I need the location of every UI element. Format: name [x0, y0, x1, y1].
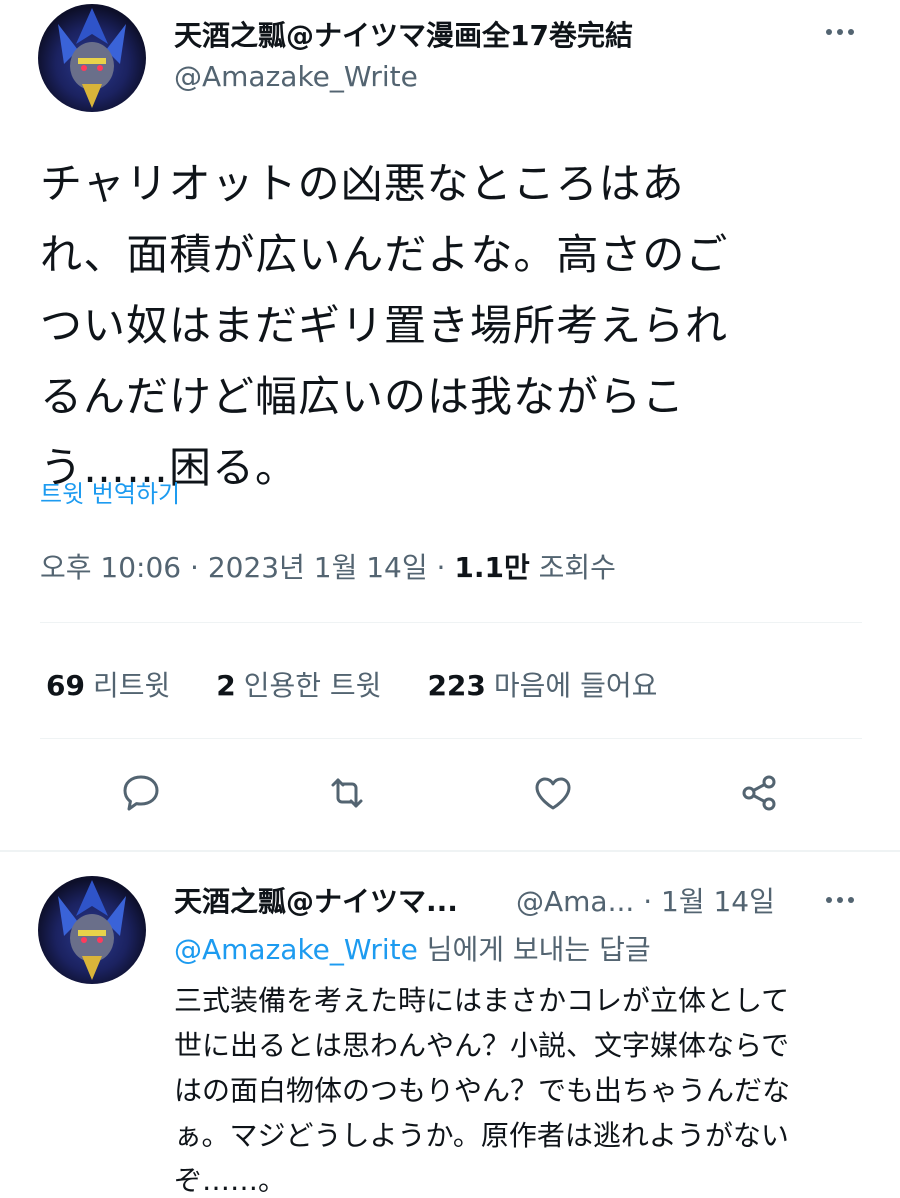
tweet-text-line: るんだけど幅広いのは我ながらこ — [40, 372, 686, 421]
reply-text-line: ぞ……。 — [174, 1164, 287, 1197]
reply-text: 三式装備を考えた時にはまさかコレが立体として 世に出るとは思わんやん？小説、文字… — [174, 978, 874, 1198]
tweet-date[interactable]: 2023년 1월 14일 — [208, 551, 428, 584]
reply-author-handle[interactable]: @Ama... — [516, 885, 634, 918]
tweet-meta: 오후 10:06 · 2023년 1월 14일 · 1.1만 조회수 — [40, 551, 616, 584]
likes-count: 223 — [427, 669, 486, 702]
divider — [0, 850, 900, 852]
reply-bubble-icon[interactable] — [118, 770, 164, 816]
retweets-stat[interactable]: 69 리트윗 — [46, 664, 170, 704]
more-dots-icon[interactable] — [826, 890, 862, 910]
reply-to-line: @Amazake_Write 님에게 보내는 답글 — [174, 928, 651, 968]
reply-author-avatar[interactable] — [38, 876, 146, 984]
tweet-text-line: れ、面積が広いんだよな。高さのご — [40, 230, 729, 279]
quotes-stat[interactable]: 2 인용한 트윗 — [216, 664, 381, 704]
author-avatar[interactable] — [38, 4, 146, 112]
tweet-time[interactable]: 오후 10:06 — [40, 551, 181, 584]
divider — [40, 622, 862, 623]
reply-text-line: はの面白物体のつもりやん？でも出ちゃうんだな — [174, 1074, 791, 1107]
tweet-text-line: つい奴はまだギリ置き場所考えられ — [40, 301, 729, 350]
reply-handle-date: @Ama... · 1월 14일 — [516, 880, 775, 920]
views-label: 조회수 — [538, 551, 616, 584]
reply-separator: · — [643, 885, 653, 918]
reply-to-handle-link[interactable]: @Amazake_Write — [174, 933, 418, 966]
retweets-label: 리트윗 — [92, 669, 171, 702]
reply-author-name[interactable]: 天酒之瓢@ナイツマ... — [174, 880, 458, 920]
quotes-label: 인용한 트윗 — [243, 669, 382, 702]
quotes-count: 2 — [216, 669, 236, 702]
likes-label: 마음에 들어요 — [493, 669, 658, 702]
retweets-count: 69 — [46, 669, 85, 702]
reply-to-suffix: 님에게 보내는 답글 — [426, 933, 651, 966]
more-dots-icon[interactable] — [826, 22, 862, 42]
reply-text-line: 三式装備を考えた時にはまさかコレが立体として — [174, 984, 790, 1017]
author-handle[interactable]: @Amazake_Write — [174, 60, 418, 93]
views-count: 1.1만 — [454, 551, 530, 584]
author-name[interactable]: 天酒之瓢@ナイツマ漫画全17巻完結 — [174, 14, 633, 54]
heart-icon[interactable] — [530, 770, 576, 816]
tweet-stats: 69 리트윗 2 인용한 트윗 223 마음에 들어요 — [46, 664, 703, 704]
divider — [40, 738, 862, 739]
reply-text-line: ぁ。マジどうしようか。原作者は逃れようがない — [174, 1119, 789, 1152]
reply-text-line: 世に出るとは思わんやん？小説、文字媒体ならで — [174, 1029, 790, 1062]
retweet-icon[interactable] — [324, 770, 370, 816]
likes-stat[interactable]: 223 마음에 들어요 — [427, 664, 657, 704]
tweet-text-line: チャリオットの凶悪なところはあ — [40, 159, 685, 208]
reply-date[interactable]: 1월 14일 — [661, 885, 775, 918]
tweet-text: チャリオットの凶悪なところはあ れ、面積が広いんだよな。高さのご つい奴はまだギ… — [40, 148, 840, 503]
action-bar — [0, 770, 900, 816]
translate-tweet-link[interactable]: 트윗 번역하기 — [40, 474, 180, 509]
share-icon[interactable] — [736, 770, 782, 816]
